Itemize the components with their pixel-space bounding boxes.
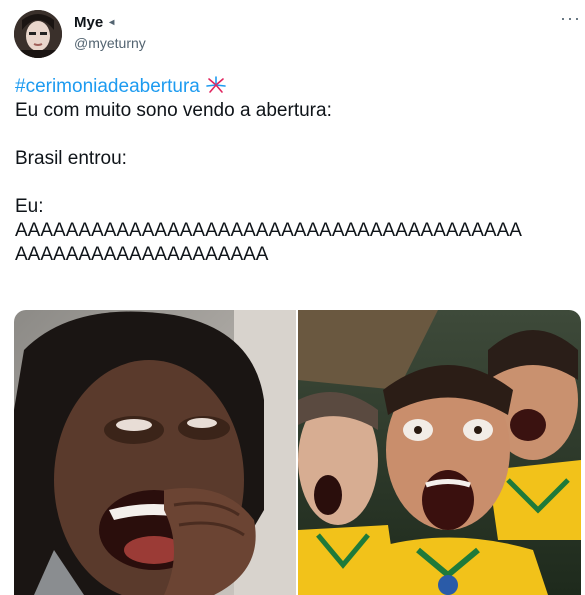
display-name-text[interactable]: Mye <box>74 14 103 31</box>
tweet-line-2: Brasil entrou: <box>15 148 127 169</box>
more-options-icon[interactable]: ··· <box>560 8 581 29</box>
tweet-line-1: Eu com muito sono vendo a abertura: <box>15 100 332 121</box>
fireworks-emoji-icon <box>205 76 227 97</box>
tweet-line-3: Eu: <box>15 196 44 217</box>
display-name[interactable]: Mye ◂ <box>74 14 114 31</box>
image-screaming-fans[interactable] <box>298 310 581 595</box>
tweet-line-4: AAAAAAAAAAAAAAAAAAAAAAAAAAAAAAAAAAAAAAAA <box>15 220 522 241</box>
user-handle[interactable]: @myeturny <box>74 35 146 51</box>
user-avatar[interactable] <box>14 10 62 58</box>
hashtag-line: #cerimoniadeabertura <box>15 75 580 99</box>
hashtag-link[interactable]: #cerimoniadeabertura <box>15 76 200 97</box>
media-grid <box>14 310 581 595</box>
image-screaming-woman[interactable] <box>14 310 296 595</box>
badge-icon: ◂ <box>109 17 115 28</box>
tweet-line-5: AAAAAAAAAAAAAAAAAAAA <box>15 244 269 265</box>
tweet-text: #cerimoniadeabertura Eu com muito sono v… <box>15 75 580 267</box>
